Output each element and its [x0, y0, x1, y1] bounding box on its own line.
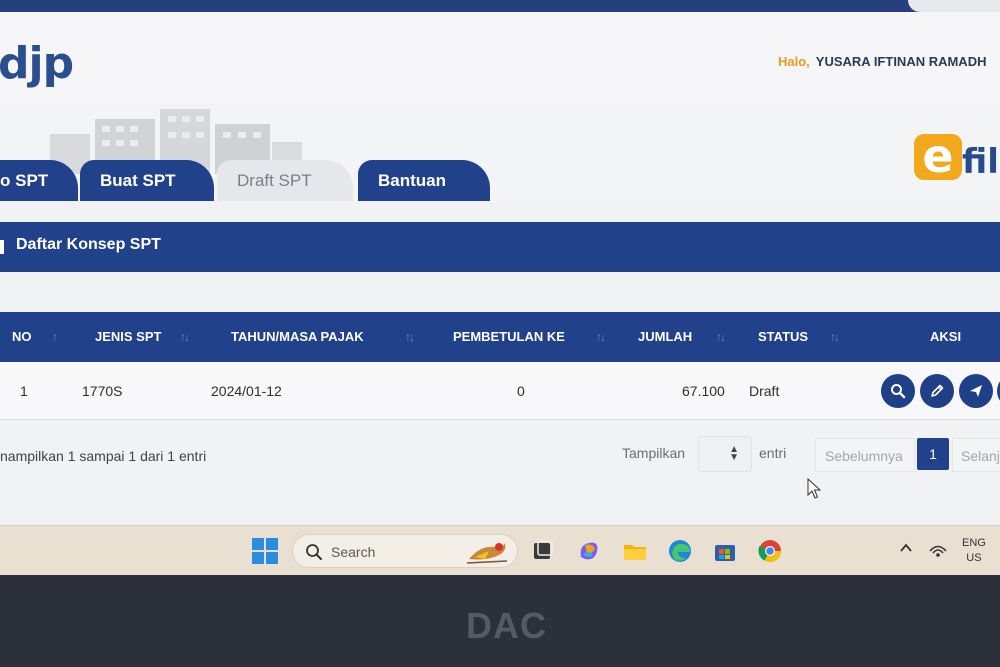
user-name[interactable]: YUSARA IFTINAN RAMADH	[816, 54, 987, 69]
task-view-icon[interactable]	[528, 537, 556, 565]
cell-tahun-masa: 2024/01-12	[211, 383, 282, 399]
entries-suffix: entri	[759, 445, 787, 461]
efiling-text: fil	[962, 142, 999, 182]
table-info: nampilkan 1 sampai 1 dari 1 entri	[0, 448, 207, 464]
sort-icon[interactable]: ↑↓	[180, 330, 190, 344]
windows-taskbar: Search ENG US	[0, 525, 1000, 575]
entries-select[interactable]: ▲ ▼	[698, 436, 752, 472]
col-status[interactable]: STATUS	[758, 329, 808, 344]
edge-icon[interactable]	[666, 537, 694, 565]
send-icon	[970, 385, 982, 397]
edit-button[interactable]	[920, 374, 954, 408]
main-tabs: o SPT Buat SPT Draft SPT Bantuan	[0, 160, 600, 201]
sort-asc-icon[interactable]: ↑	[52, 330, 58, 344]
sort-icon[interactable]: ↑↓	[596, 330, 606, 344]
col-tahun-masa[interactable]: TAHUN/MASA PAJAK	[231, 329, 364, 344]
tab-bantuan[interactable]: Bantuan	[358, 160, 490, 201]
section-marker	[0, 240, 4, 254]
col-no[interactable]: NO	[12, 329, 32, 344]
pagination-page-1[interactable]: 1	[917, 438, 949, 470]
view-button[interactable]	[881, 374, 915, 408]
monitor-brand: DAC	[466, 605, 547, 646]
submit-button[interactable]	[959, 374, 993, 408]
efiling-logo: e fil	[912, 133, 1000, 194]
monitor-bezel: DAC	[0, 575, 1000, 667]
cell-jumlah: 67.100	[682, 383, 725, 399]
file-explorer-icon[interactable]	[621, 537, 649, 565]
djp-logo[interactable]: djp	[0, 38, 74, 89]
pagination-previous[interactable]: Sebelumnya	[815, 438, 915, 472]
site-header: djp Halo, YUSARA IFTINAN RAMADH	[0, 12, 1000, 104]
chrome-icon[interactable]	[756, 537, 784, 565]
search-icon	[891, 384, 906, 399]
section-title: Daftar Konsep SPT	[16, 236, 161, 253]
microsoft-store-icon[interactable]	[711, 537, 739, 565]
cell-status: Draft	[749, 383, 780, 399]
user-greeting: Halo, YUSARA IFTINAN RAMADH	[778, 54, 986, 69]
col-pembetulan[interactable]: PEMBETULAN KE	[453, 329, 565, 344]
sort-icon[interactable]: ↑↓	[830, 330, 840, 344]
top-strip	[0, 0, 1000, 12]
efiling-e-badge: e	[914, 133, 962, 180]
network-icon[interactable]	[928, 540, 948, 558]
language-code: ENG	[962, 537, 986, 549]
tab-buat-spt[interactable]: Buat SPT	[80, 160, 214, 201]
cell-no: 1	[20, 383, 28, 399]
show-entries-label: Tampilkan	[622, 445, 686, 461]
taskbar-search[interactable]: Search	[292, 534, 518, 568]
greeting-label: Halo,	[778, 54, 810, 69]
search-icon	[306, 544, 322, 560]
region-code: US	[966, 552, 982, 564]
top-strip-corner	[908, 0, 1000, 12]
mouse-cursor-icon	[807, 478, 822, 499]
tab-spt[interactable]: o SPT	[0, 160, 78, 201]
col-jumlah[interactable]: JUMLAH	[638, 329, 692, 344]
sort-icon[interactable]: ↑↓	[405, 330, 415, 344]
tab-draft-spt[interactable]: Draft SPT	[217, 160, 353, 201]
table-row: 1 1770S 2024/01-12 0 67.100 Draft	[0, 362, 1000, 420]
col-aksi: AKSI	[930, 329, 962, 344]
browser-viewport: djp Halo, YUSARA IFTINAN RAMADH e fil o S	[0, 0, 1000, 525]
search-placeholder: Search	[331, 544, 376, 560]
table-header: NO ↑ JENIS SPT ↑↓ TAHUN/MASA PAJAK ↑↓ PE…	[0, 312, 1000, 362]
copilot-icon[interactable]	[575, 537, 603, 565]
cell-pembetulan: 0	[517, 383, 525, 399]
pencil-icon	[931, 384, 944, 397]
col-jenis-spt[interactable]: JENIS SPT	[95, 329, 161, 344]
sort-icon[interactable]: ↑↓	[716, 330, 726, 344]
pagination-next[interactable]: Selanj	[952, 438, 1000, 472]
windows-start-icon[interactable]	[252, 538, 278, 564]
bird-illustration-icon	[466, 543, 508, 564]
select-arrows-icon: ▲ ▼	[729, 444, 739, 463]
cell-jenis-spt: 1770S	[82, 383, 123, 399]
chevron-up-icon[interactable]	[899, 541, 913, 555]
language-indicator[interactable]: ENG US	[962, 536, 986, 566]
section-header: Daftar Konsep SPT	[0, 222, 1000, 272]
